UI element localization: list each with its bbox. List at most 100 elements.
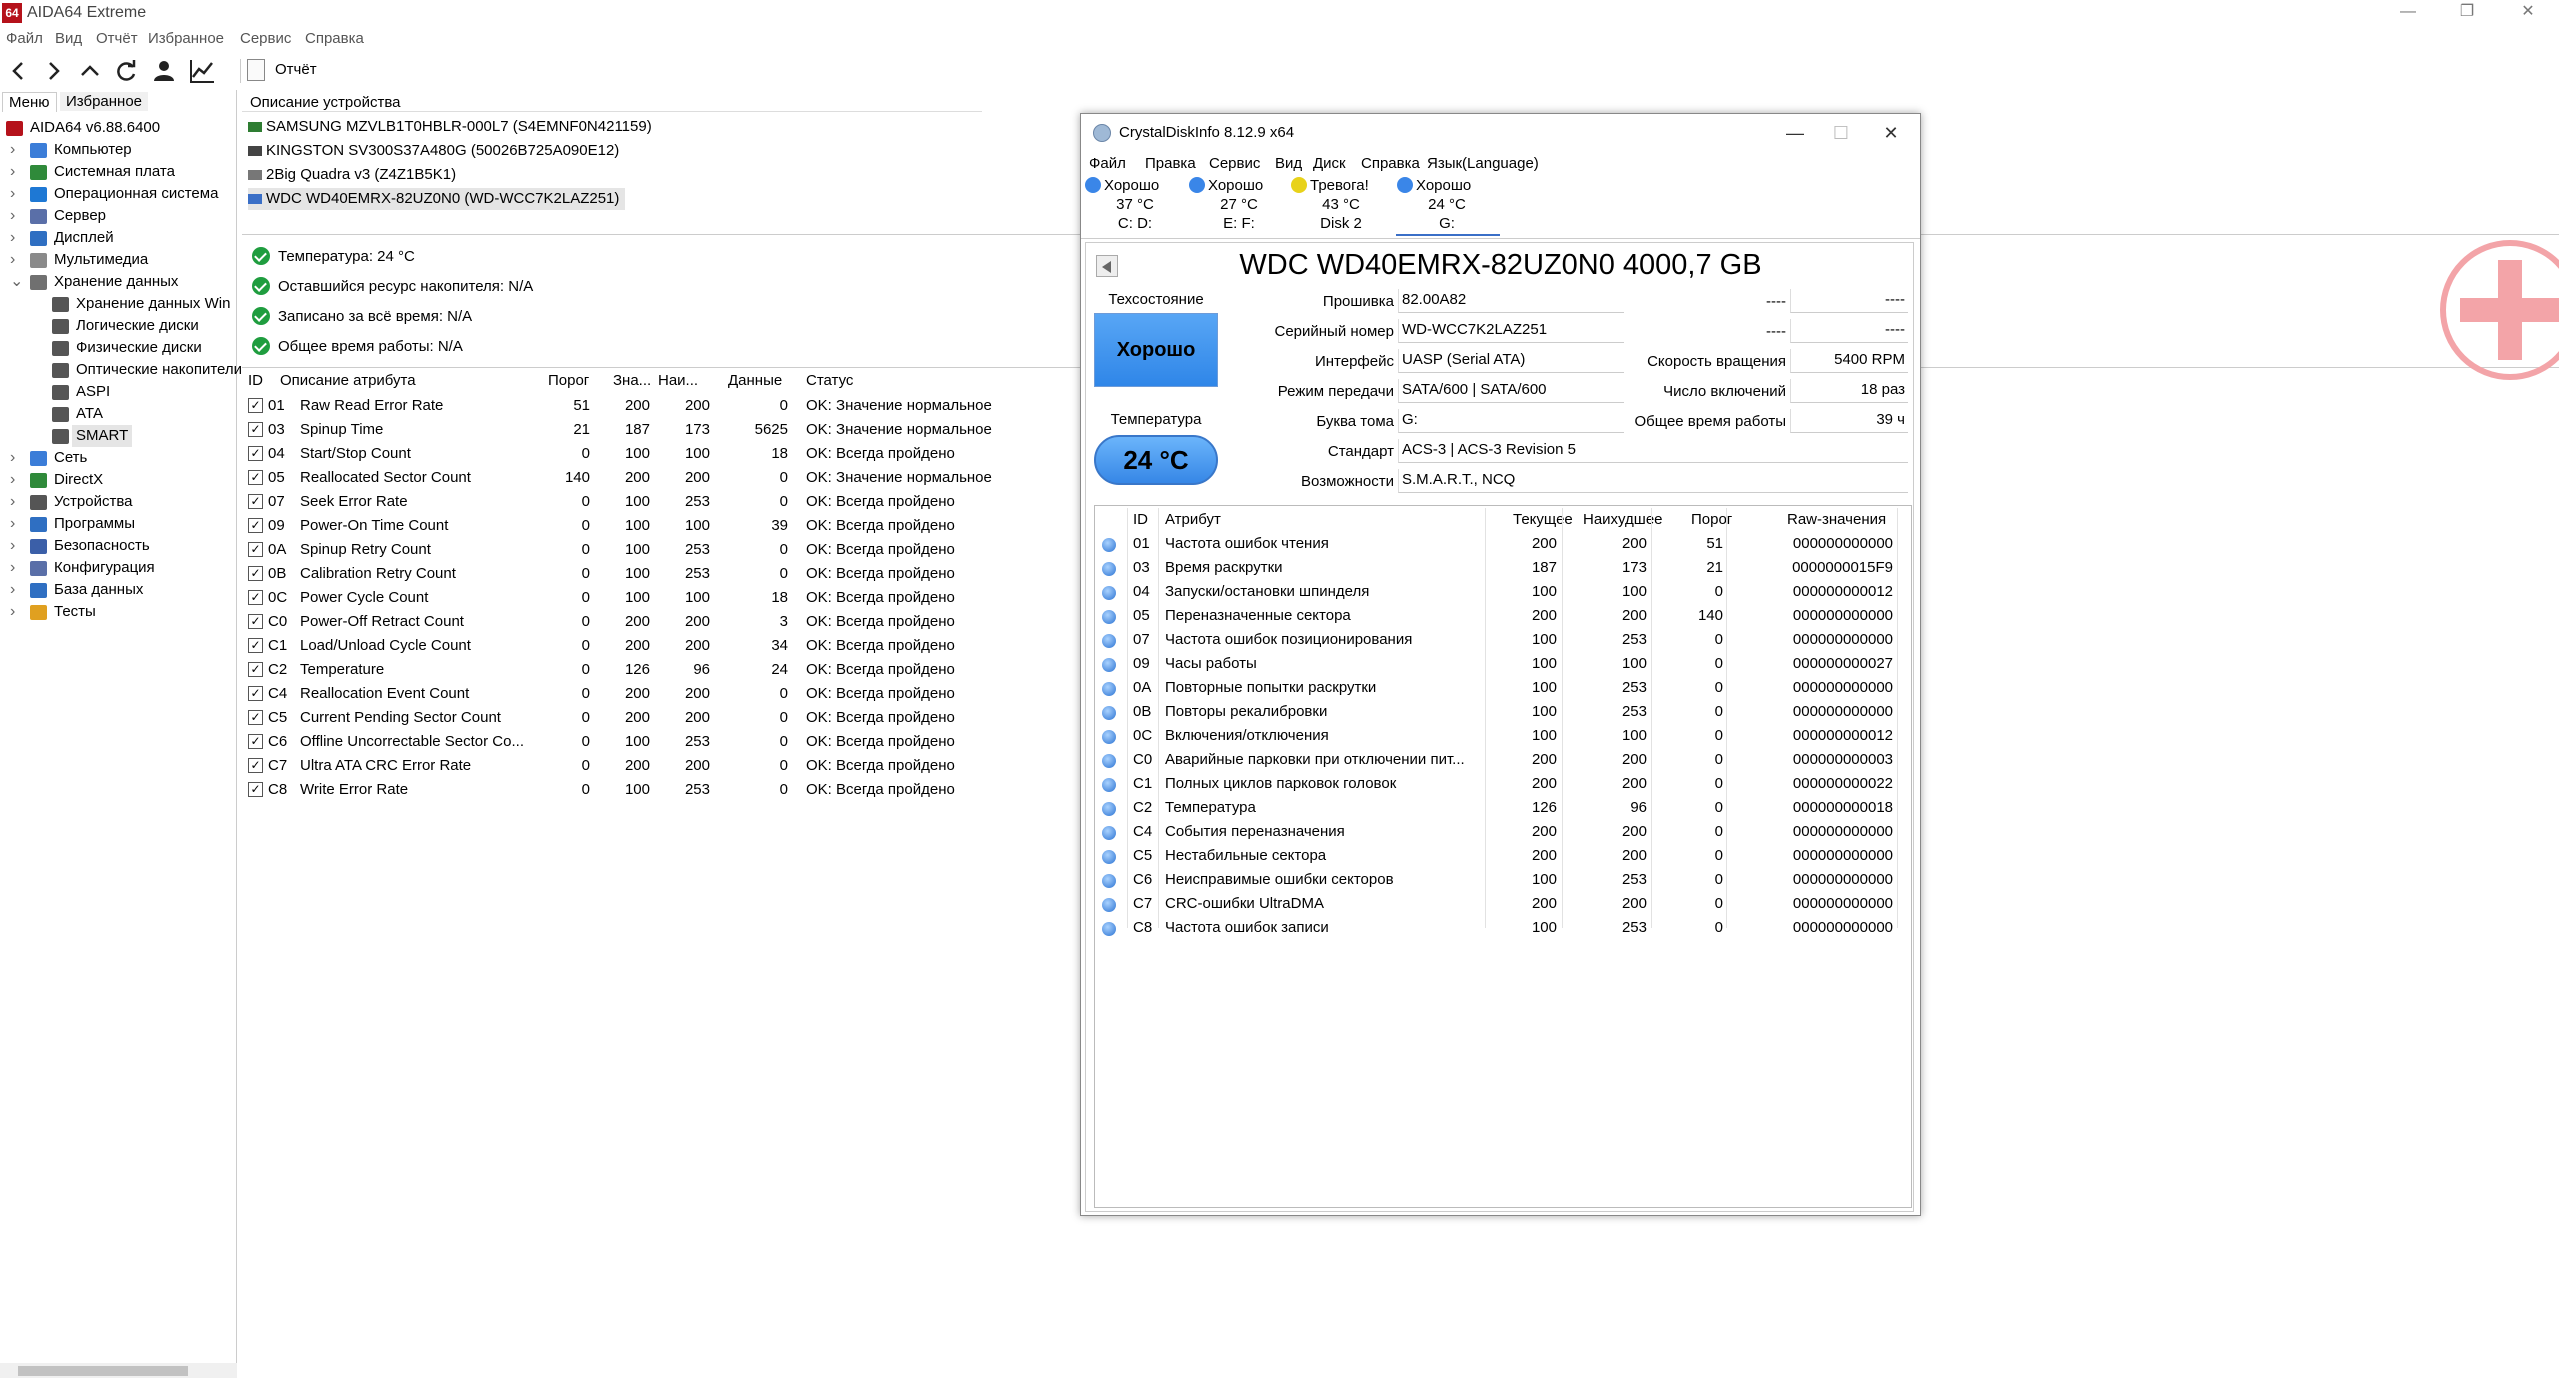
left-horizontal-scrollbar[interactable] [0,1363,237,1378]
attr-row[interactable]: 07 Частота ошибок позиционирования 100 253 0… [1095,628,1895,652]
tree-item[interactable]: › Компьютер [0,139,237,161]
table-row[interactable]: ✓ C2 Temperature 0 126 96 24 OK: Всегда пройден… [248,658,1068,682]
tree-item[interactable]: › Конфигурация [0,557,237,579]
tree-item[interactable]: › Сервер [0,205,237,227]
column-header[interactable]: Raw-значения [1787,511,1886,528]
column-header[interactable]: Наи... [658,372,698,389]
table-row[interactable]: ✓ 0C Power Cycle Count 0 100 100 18 OK: Всегда … [248,586,1068,610]
tree-item[interactable]: › Программы [0,513,237,535]
attr-row[interactable]: 01 Частота ошибок чтения 200 200 51 000000000… [1095,532,1895,556]
row-checkbox[interactable]: ✓ [248,566,263,581]
tree-item[interactable]: › Тесты [0,601,237,623]
refresh-icon[interactable] [112,57,142,85]
device-row[interactable]: WDC WD40EMRX-82UZ0N0 (WD-WCC7K2LAZ251) [248,188,626,210]
back-icon[interactable] [4,57,34,85]
cdi-menu-file[interactable]: Файл [1089,155,1126,172]
attr-row[interactable]: C4 События переназначения 200 200 0 000000000… [1095,820,1895,844]
tree-item[interactable]: › Безопасность [0,535,237,557]
cdi-maximize-button[interactable]: ☐ [1821,120,1861,146]
report-button[interactable]: Отчёт [275,61,317,78]
row-checkbox[interactable]: ✓ [248,422,263,437]
table-row[interactable]: ✓ C1 Load/Unload Cycle Count 0 200 200 34 OK: В… [248,634,1068,658]
tree-item[interactable]: Оптические накопители [0,359,242,381]
tree-item[interactable]: › Устройства [0,491,237,513]
tree-item[interactable]: › DirectX [0,469,237,491]
column-header[interactable]: Описание атрибута [280,372,416,389]
tree-item[interactable]: AIDA64 v6.88.6400 [0,117,237,139]
attr-row[interactable]: C5 Нестабильные сектора 200 200 0 00000000000… [1095,844,1895,868]
attr-row[interactable]: 0C Включения/отключения 100 100 0 00000000001… [1095,724,1895,748]
column-header[interactable]: Текущее [1513,511,1573,528]
table-row[interactable]: ✓ 03 Spinup Time 21 187 173 5625 OK: Значение н… [248,418,1068,442]
smart-attributes-table[interactable]: ID Атрибут Текущее Наихудшее Порог Raw-значен… [1094,505,1912,1208]
cdi-menu-language[interactable]: Язык(Language) [1427,155,1539,172]
menu-report[interactable]: Отчёт [96,30,138,47]
previous-disk-button[interactable] [1096,255,1118,277]
tab-menu[interactable]: Меню [2,92,57,112]
table-row[interactable]: ✓ 01 Raw Read Error Rate 51 200 200 0 OK: Значе… [248,394,1068,418]
attr-row[interactable]: C7 CRC-ошибки UltraDMA 200 200 0 000000000000 [1095,892,1895,916]
chevron-right-icon[interactable]: › [10,161,20,183]
close-button[interactable]: ✕ [2505,0,2551,26]
table-row[interactable]: ✓ 09 Power-On Time Count 0 100 100 39 OK: Всегд… [248,514,1068,538]
table-row[interactable]: ✓ 05 Reallocated Sector Count 140 200 200 0 OK:… [248,466,1068,490]
menu-view[interactable]: Вид [55,30,82,47]
tree-item[interactable]: › База данных [0,579,237,601]
tree-item[interactable]: › Сеть [0,447,237,469]
row-checkbox[interactable]: ✓ [248,494,263,509]
row-checkbox[interactable]: ✓ [248,782,263,797]
table-row[interactable]: ✓ 07 Seek Error Rate 0 100 253 0 OK: Всегда про… [248,490,1068,514]
table-row[interactable]: ✓ C6 Offline Uncorrectable Sector Co... 0 10… [248,730,1068,754]
column-header[interactable]: Зна... [613,372,651,389]
column-header[interactable]: Атрибут [1165,511,1221,528]
menu-tools[interactable]: Сервис [240,30,291,47]
table-row[interactable]: ✓ C4 Reallocation Event Count 0 200 200 0 OK: В… [248,682,1068,706]
row-checkbox[interactable]: ✓ [248,590,263,605]
device-row[interactable]: SAMSUNG MZVLB1T0HBLR-000L7 (S4EMNF0N4211… [248,116,658,138]
chevron-down-icon[interactable]: ⌄ [10,271,23,293]
row-checkbox[interactable]: ✓ [248,470,263,485]
table-row[interactable]: ✓ 0B Calibration Retry Count 0 100 253 0 OK: Вс… [248,562,1068,586]
cdi-menu-tools[interactable]: Сервис [1209,155,1260,172]
chevron-right-icon[interactable]: › [10,249,20,271]
table-row[interactable]: ✓ C0 Power-Off Retract Count 0 200 200 3 OK: Вс… [248,610,1068,634]
chevron-right-icon[interactable]: › [10,205,20,227]
tree-item[interactable]: SMART [72,425,132,447]
tab-favorites[interactable]: Избранное [60,92,149,111]
tree-item[interactable]: › Мультимедиа [0,249,237,271]
row-checkbox[interactable]: ✓ [248,710,263,725]
row-checkbox[interactable]: ✓ [248,542,263,557]
temperature-badge[interactable]: 24 °C [1094,435,1218,485]
chart-icon[interactable] [188,57,218,85]
row-checkbox[interactable]: ✓ [248,758,263,773]
column-header[interactable]: Данные [728,372,782,389]
tree-item[interactable]: › Дисплей [0,227,237,249]
chevron-right-icon[interactable]: › [10,447,20,469]
device-row[interactable]: KINGSTON SV300S37A480G (50026B725A090E12… [248,140,625,162]
chevron-right-icon[interactable]: › [10,601,20,623]
chevron-right-icon[interactable]: › [10,557,20,579]
tree-item[interactable]: ASPI [0,381,237,403]
user-icon[interactable] [150,57,180,85]
table-row[interactable]: ✓ 0A Spinup Retry Count 0 100 253 0 OK: Всегда … [248,538,1068,562]
row-checkbox[interactable]: ✓ [248,614,263,629]
chevron-right-icon[interactable]: › [10,183,20,205]
row-checkbox[interactable]: ✓ [248,662,263,677]
table-row[interactable]: ✓ C5 Current Pending Sector Count 0 200 200 0 O… [248,706,1068,730]
row-checkbox[interactable]: ✓ [248,686,263,701]
attr-row[interactable]: C8 Частота ошибок записи 100 253 0 0000000000… [1095,916,1895,940]
tree-item[interactable]: Логические диски [0,315,237,337]
cdi-menu-disk[interactable]: Диск [1313,155,1346,172]
row-checkbox[interactable]: ✓ [248,518,263,533]
menu-file[interactable]: Файл [6,30,43,47]
device-row[interactable]: 2Big Quadra v3 (Z4Z1B5K1) [248,164,462,186]
table-row[interactable]: ✓ C8 Write Error Rate 0 100 253 0 OK: Всегда пр… [248,778,1068,802]
attr-row[interactable]: 05 Переназначенные сектора 200 200 140 000000… [1095,604,1895,628]
row-checkbox[interactable]: ✓ [248,638,263,653]
restore-button[interactable]: ❐ [2444,0,2490,26]
chevron-right-icon[interactable]: › [10,579,20,601]
table-row[interactable]: ✓ C7 Ultra ATA CRC Error Rate 0 200 200 0 OK: В… [248,754,1068,778]
tree-item[interactable]: Хранение данных Win [0,293,237,315]
tree-item[interactable]: › Системная плата [0,161,237,183]
attr-row[interactable]: C6 Неисправимые ошибки секторов 100 253 0 000… [1095,868,1895,892]
